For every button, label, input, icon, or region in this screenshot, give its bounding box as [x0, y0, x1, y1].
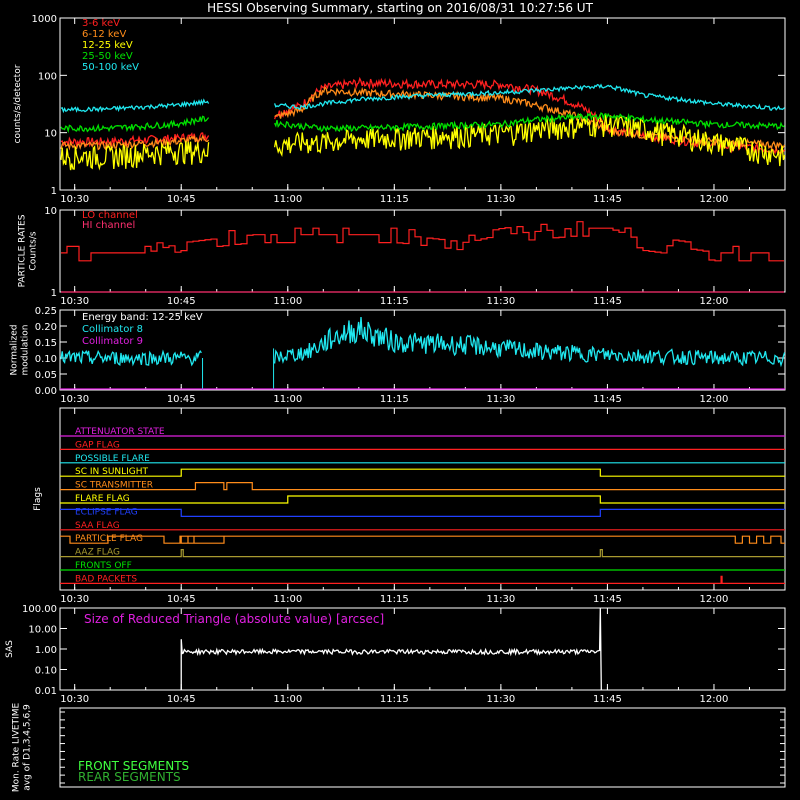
x-tick-label: 11:00	[273, 594, 302, 605]
hessi-summary-chart: HESSI Observing Summary, starting on 201…	[0, 0, 800, 800]
y-axis-label-line: PARTICLE RATES	[18, 214, 28, 287]
x-tick-label: 10:30	[60, 394, 89, 405]
y-tick-label: 0.10	[35, 354, 57, 365]
y-tick-label: 1	[51, 186, 57, 197]
y-tick-label: 100	[38, 71, 57, 82]
y-tick-label: 10	[44, 206, 57, 217]
y-axis-label: Flags	[33, 487, 43, 511]
x-tick-label: 11:45	[593, 296, 622, 307]
legend-entry: Collimator 8	[82, 324, 143, 335]
x-tick-label: 11:15	[380, 194, 409, 205]
y-axis-label: Normalized modulation	[10, 324, 31, 375]
x-tick-label: 11:00	[273, 194, 302, 205]
y-tick-label: 0.15	[35, 338, 57, 349]
x-tick-label: 11:15	[380, 394, 409, 405]
x-tick-label: 10:45	[167, 694, 196, 705]
series-line-collimator-8	[60, 317, 786, 368]
x-tick-label: 11:30	[486, 694, 515, 705]
x-tick-label: 11:15	[380, 694, 409, 705]
flag-line-sc-transmitter	[60, 482, 785, 491]
series-line-lo-channel	[61, 221, 784, 262]
x-tick-label: 12:00	[700, 694, 729, 705]
y-axis-label-line: Mon. Rate LIVETIME	[12, 703, 22, 793]
y-axis-label-line: counts/s/detector	[13, 64, 23, 143]
x-tick-label: 12:00	[700, 394, 729, 405]
y-tick-label: 0.25	[35, 306, 57, 317]
x-tick-label: 10:30	[60, 694, 89, 705]
x-tick-label: 11:00	[273, 394, 302, 405]
legend-entry: REAR SEGMENTS	[78, 770, 181, 784]
flag-line-particle-flag	[60, 535, 785, 544]
y-axis-label: SAS	[5, 640, 15, 658]
panel-frame-3	[59, 407, 786, 591]
x-tick-label: 11:30	[486, 594, 515, 605]
flag-line-flare-flag	[60, 495, 785, 504]
y-tick-label: 1	[51, 288, 57, 299]
panel-frame-1	[59, 209, 786, 293]
y-axis-label: Mon. Rate LIVETIME avg of D1,3,4,5,6,9	[12, 703, 33, 793]
flag-line-aaz-flag	[60, 549, 785, 558]
legend-entry: 25-50 keV	[82, 51, 133, 62]
x-tick-label: 11:30	[486, 394, 515, 405]
y-tick-label: 100.00	[22, 604, 57, 615]
x-tick-label: 10:45	[167, 394, 196, 405]
legend-entry: Collimator 9	[82, 336, 143, 347]
x-tick-label: 10:30	[60, 594, 89, 605]
legend-entry: 12-25 keV	[82, 40, 133, 51]
y-tick-label: 1000	[32, 14, 57, 25]
x-tick-label: 12:00	[700, 296, 729, 307]
y-axis-label-line: SAS	[5, 640, 15, 658]
y-tick-label: 10.00	[28, 625, 57, 636]
flag-line-eclipse-flag	[60, 508, 785, 517]
y-axis-label: PARTICLE RATES Counts/s	[18, 214, 39, 287]
legend-entry: HI channel	[82, 220, 135, 231]
legend-entry: 50-100 keV	[82, 62, 139, 73]
x-tick-label: 11:00	[273, 296, 302, 307]
x-tick-label: 10:30	[60, 296, 89, 307]
y-tick-label: 0.20	[35, 322, 57, 333]
x-tick-label: 11:45	[593, 394, 622, 405]
energy-band-annotation: Energy band: 12-25 keV	[82, 312, 203, 323]
sas-annotation: Size of Reduced Triangle (absolute value…	[84, 612, 384, 626]
y-axis-label-line: modulation	[21, 325, 31, 376]
y-tick-label: 0.01	[35, 686, 57, 697]
flag-line-sc-in-sunlight	[60, 468, 785, 477]
x-tick-label: 11:45	[593, 694, 622, 705]
x-tick-label: 10:45	[167, 194, 196, 205]
chart-canvas: 10:30 10:45 11:00 11:15 11:30 11:45 12:0011010…	[5, 14, 786, 793]
x-tick-label: 11:30	[486, 296, 515, 307]
legend-entry: 6-12 keV	[82, 29, 126, 40]
y-tick-label: 0.00	[35, 386, 57, 397]
y-tick-label: 0.05	[35, 370, 57, 381]
y-axis-label-line: Flags	[33, 487, 43, 511]
x-tick-label: 11:30	[486, 194, 515, 205]
x-tick-label: 10:30	[60, 194, 89, 205]
y-axis-label-line: Normalized	[10, 324, 20, 375]
x-tick-label: 10:45	[167, 296, 196, 307]
y-axis-label-line: Counts/s	[29, 231, 39, 270]
x-tick-label: 12:00	[700, 194, 729, 205]
y-tick-label: 1.00	[35, 645, 57, 656]
y-axis-label: counts/s/detector	[13, 64, 23, 143]
y-axis-label-line: avg of D1,3,4,5,6,9	[23, 704, 33, 791]
x-tick-label: 10:45	[167, 594, 196, 605]
series-line-50-100-kev	[60, 83, 786, 114]
x-tick-label: 11:15	[380, 594, 409, 605]
x-tick-label: 11:45	[593, 594, 622, 605]
x-tick-label: 11:45	[593, 194, 622, 205]
flag-line-bad-packets	[60, 575, 785, 584]
x-tick-label: 11:00	[273, 694, 302, 705]
x-tick-label: 12:00	[700, 594, 729, 605]
series-line-25-50-kev	[60, 111, 785, 134]
y-tick-label: 10	[44, 129, 57, 140]
x-tick-label: 11:15	[380, 296, 409, 307]
legend-entry: 3-6 keV	[82, 18, 120, 29]
y-tick-label: 0.10	[35, 666, 57, 677]
